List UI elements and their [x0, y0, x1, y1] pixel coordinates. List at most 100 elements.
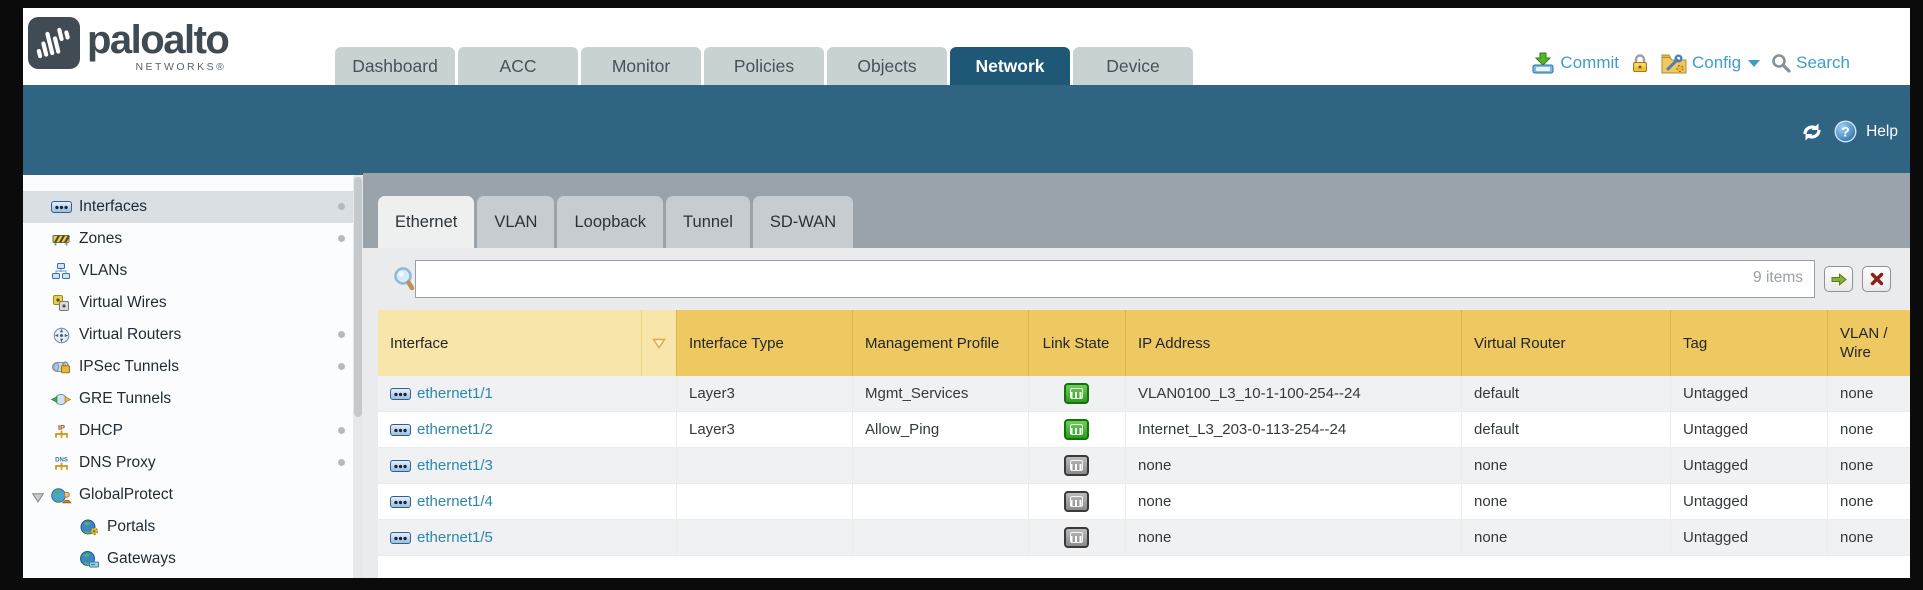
subtab-ethernet[interactable]: Ethernet — [378, 196, 474, 248]
apply-filter-button[interactable] — [1824, 266, 1853, 292]
paloalto-logo: paloalto NETWORKS® — [28, 17, 228, 69]
help-icon[interactable]: ? — [1834, 120, 1857, 143]
gre-tunnels-icon — [50, 393, 72, 406]
subtab-vlan[interactable]: VLAN — [477, 196, 554, 248]
collapse-triangle-icon[interactable] — [32, 490, 44, 508]
interface-link[interactable]: ethernet1/3 — [417, 457, 493, 474]
screenshot-frame: paloalto NETWORKS® Dashboard ACC Monitor… — [0, 0, 1923, 590]
refresh-icon[interactable] — [1799, 122, 1825, 142]
sidebar-item-ipsec-tunnels[interactable]: IPSec Tunnels — [23, 351, 353, 383]
subtab-loopback[interactable]: Loopback — [557, 196, 663, 248]
tab-dashboard[interactable]: Dashboard — [335, 47, 455, 85]
link-state-icon — [1064, 455, 1089, 476]
tab-acc[interactable]: ACC — [458, 47, 578, 85]
table-row: ethernet1/5 none none Untagged none — [378, 520, 1910, 556]
app-window: paloalto NETWORKS® Dashboard ACC Monitor… — [23, 8, 1910, 578]
sidebar-item-dhcp[interactable]: IP DHCP — [23, 415, 353, 447]
change-dot — [338, 203, 345, 210]
tab-policies[interactable]: Policies — [704, 47, 824, 85]
interface-link[interactable]: ethernet1/5 — [417, 529, 493, 546]
interface-link[interactable]: ethernet1/2 — [417, 421, 493, 438]
filter-toolbar: 9 items — [363, 248, 1910, 310]
sidebar-scrollbar-thumb[interactable] — [354, 177, 362, 417]
zones-icon — [50, 232, 72, 247]
change-dot — [338, 459, 345, 466]
interface-link[interactable]: ethernet1/4 — [417, 493, 493, 510]
interface-icon — [390, 460, 411, 472]
virtual-wires-icon — [50, 295, 72, 311]
svg-text:?: ? — [1841, 124, 1850, 140]
col-header-interface-type[interactable]: Interface Type — [676, 310, 852, 376]
link-state-icon — [1064, 419, 1089, 440]
commit-button[interactable]: Commit — [1531, 52, 1619, 74]
link-state-icon — [1064, 491, 1089, 512]
header-utilities: Commit Config — [1531, 52, 1850, 74]
tab-objects[interactable]: Objects — [827, 47, 947, 85]
sidebar-item-portals[interactable]: Portals — [23, 511, 353, 543]
sidebar-item-dns-proxy[interactable]: DNS DNS Proxy — [23, 447, 353, 479]
table-row: ethernet1/2 Layer3 Allow_Ping Internet_L… — [378, 412, 1910, 448]
brand-wordmark: paloalto — [87, 17, 228, 63]
table-header-row: Interface Interface Type Management Prof… — [378, 310, 1910, 376]
interface-icon — [390, 424, 411, 436]
gateways-icon — [78, 551, 100, 568]
sort-dropdown[interactable] — [641, 310, 676, 376]
virtual-routers-icon — [50, 327, 72, 344]
col-header-vlan-wire[interactable]: VLAN / Wire — [1827, 310, 1910, 376]
help-label[interactable]: Help — [1866, 123, 1898, 141]
sidebar-item-gateways[interactable]: Gateways — [23, 543, 353, 575]
col-header-tag[interactable]: Tag — [1670, 310, 1827, 376]
subtab-sdwan[interactable]: SD-WAN — [753, 196, 853, 248]
subtab-tunnel[interactable]: Tunnel — [666, 196, 750, 248]
col-header-link-state[interactable]: Link State — [1028, 310, 1125, 376]
interface-icon — [390, 388, 411, 400]
col-header-ip-address[interactable]: IP Address — [1125, 310, 1461, 376]
change-dot — [338, 331, 345, 338]
search-button[interactable]: Search — [1771, 53, 1850, 73]
top-header: paloalto NETWORKS® Dashboard ACC Monitor… — [23, 8, 1910, 85]
config-icon — [1661, 52, 1687, 74]
tab-monitor[interactable]: Monitor — [581, 47, 701, 85]
ipsec-tunnels-icon — [50, 359, 72, 375]
sidebar-item-vlans[interactable]: VLANs — [23, 255, 353, 287]
filter-input[interactable] — [415, 260, 1815, 298]
sidebar-item-zones[interactable]: Zones — [23, 223, 353, 255]
lock-icon[interactable] — [1630, 53, 1650, 74]
apply-filter-icon — [1831, 273, 1847, 286]
chevron-down-icon — [1748, 60, 1760, 67]
commit-icon — [1531, 52, 1555, 74]
clear-filter-button[interactable] — [1862, 266, 1891, 292]
dns-proxy-icon: DNS — [50, 455, 72, 472]
sort-icon — [652, 338, 666, 349]
vlans-icon — [50, 263, 72, 279]
sidebar-scrollbar[interactable] — [353, 175, 363, 578]
filter-search-icon — [393, 266, 417, 297]
paloalto-logo-icon — [28, 17, 80, 69]
tab-device[interactable]: Device — [1073, 47, 1193, 85]
change-dot — [338, 427, 345, 434]
tab-network[interactable]: Network — [950, 47, 1070, 85]
sidebar-item-globalprotect[interactable]: GlobalProtect — [23, 479, 353, 511]
sidebar-item-virtual-routers[interactable]: Virtual Routers — [23, 319, 353, 351]
brand-sub-wordmark: NETWORKS® — [135, 61, 226, 73]
interfaces-icon — [50, 201, 72, 213]
sidebar-item-virtual-wires[interactable]: Virtual Wires — [23, 287, 353, 319]
change-dot — [338, 363, 345, 370]
ethernet-panel: 9 items Interface — [363, 248, 1910, 578]
col-header-interface[interactable]: Interface — [378, 310, 676, 376]
interface-link[interactable]: ethernet1/1 — [417, 385, 493, 402]
interface-icon — [390, 496, 411, 508]
network-sidebar: Interfaces Zones — [23, 175, 363, 578]
sidebar-item-interfaces[interactable]: Interfaces — [23, 191, 353, 223]
change-dot — [338, 235, 345, 242]
col-header-management-profile[interactable]: Management Profile — [852, 310, 1028, 376]
items-count: 9 items — [1753, 269, 1803, 287]
col-header-virtual-router[interactable]: Virtual Router — [1461, 310, 1670, 376]
interfaces-table: Interface Interface Type Management Prof… — [378, 310, 1910, 578]
search-icon — [1771, 53, 1791, 73]
sidebar-item-gre-tunnels[interactable]: GRE Tunnels — [23, 383, 353, 415]
interface-tabstrip: Ethernet VLAN Loopback Tunnel SD-WAN — [363, 173, 1910, 248]
main-nav-tabs: Dashboard ACC Monitor Policies Objects N… — [335, 47, 1193, 85]
link-state-icon — [1064, 527, 1089, 548]
config-menu-button[interactable]: Config — [1661, 52, 1760, 74]
